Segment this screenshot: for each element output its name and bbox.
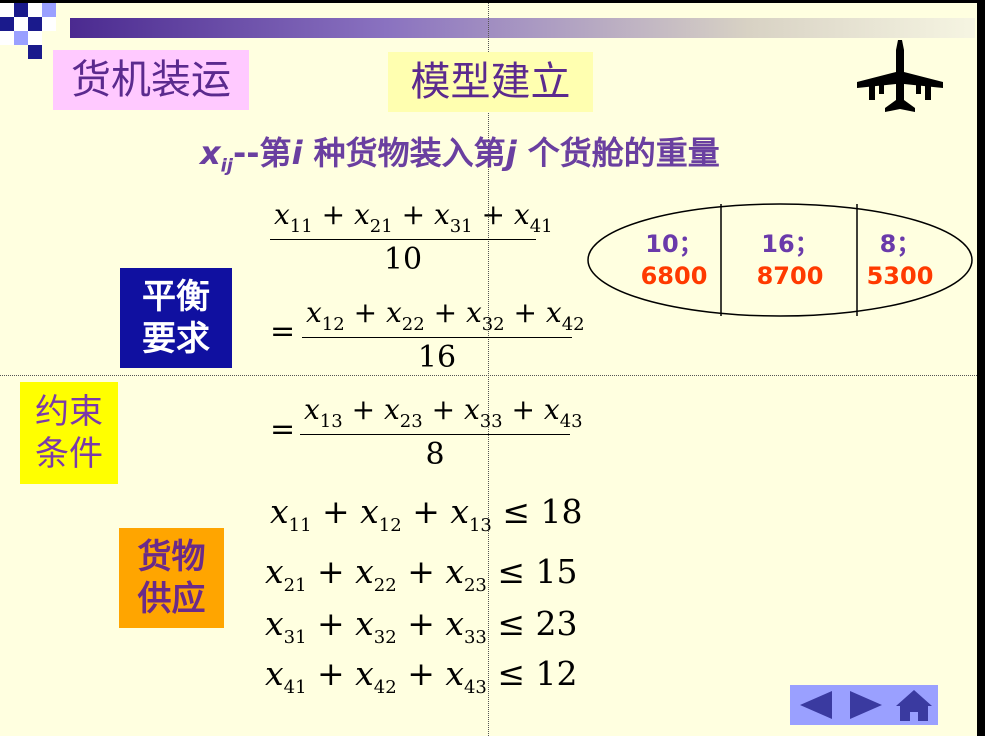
- balance-fraction-3: x13 + x23 + x33 + x43 8: [300, 393, 583, 472]
- variable-definition: xij--第i 种货物装入第j 个货舱的重量: [200, 134, 720, 177]
- title-bar-gradient: [70, 18, 975, 38]
- supply-inequality-4: x41 + x42 + x43 ≤ 12: [265, 654, 578, 698]
- airplane-icon: [857, 40, 943, 112]
- slide-navigation: [790, 685, 938, 725]
- equals-sign-2: =: [270, 412, 296, 447]
- balance-fraction-1: x11 + x21 + x31 + x41 10: [270, 198, 553, 277]
- balance-requirement-label: 平衡 要求: [120, 268, 232, 368]
- compartment-middle: 16； 8700: [756, 230, 824, 290]
- left-arrow-icon[interactable]: [792, 685, 840, 725]
- right-arrow-icon[interactable]: [842, 685, 890, 725]
- compartment-rear: 8； 5300: [866, 230, 934, 290]
- model-title: 模型建立: [388, 52, 593, 112]
- cargo-title: 货机装运: [53, 50, 249, 110]
- supply-inequality-1: x11 + x12 + x13 ≤ 18: [270, 492, 583, 536]
- balance-fraction-2: x12 + x22 + x32 + x42 16: [302, 296, 585, 375]
- compartment-front: 10； 6800: [640, 230, 708, 290]
- equals-sign-1: =: [270, 314, 296, 349]
- supply-inequality-2: x21 + x22 + x23 ≤ 15: [265, 552, 578, 596]
- horizontal-guide-line: [0, 375, 977, 376]
- supply-label: 货物 供应: [119, 528, 224, 628]
- home-icon[interactable]: [890, 685, 938, 725]
- constraint-label: 约束 条件: [20, 382, 118, 484]
- supply-inequality-3: x31 + x32 + x33 ≤ 23: [265, 604, 578, 648]
